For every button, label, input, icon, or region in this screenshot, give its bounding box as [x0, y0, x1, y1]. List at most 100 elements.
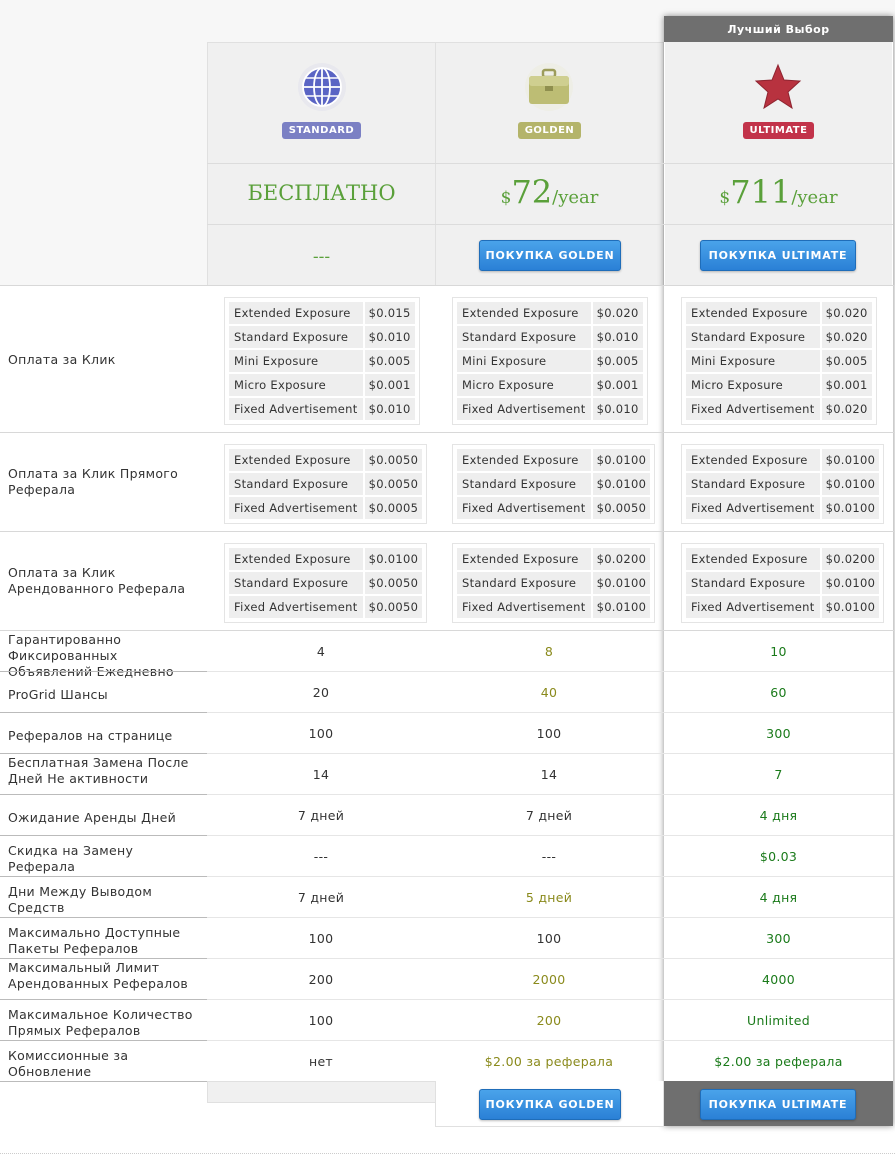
- price-value: $0.0050: [364, 449, 423, 471]
- exposure-type: Fixed Advertisement: [457, 497, 591, 519]
- price-table: Extended Exposure $0.020 Standard Exposure…: [452, 297, 648, 425]
- standard-footer: [207, 1081, 436, 1103]
- golden-price-amount: 72: [511, 173, 553, 211]
- exposure-type: Mini Exposure: [229, 350, 363, 372]
- price-table-row: Mini Exposure $0.005: [457, 350, 643, 372]
- feature-value: 10: [770, 644, 787, 659]
- bottom-dotted-rule: [0, 1153, 895, 1154]
- section-label-rented-referral: Оплата за Клик Арендованного Реферала: [8, 565, 186, 596]
- price-value: $0.020: [821, 326, 872, 348]
- price-table-row: Fixed Advertisement $0.0050: [457, 497, 651, 519]
- feature-row-divider: [207, 917, 893, 918]
- feature-label: Рефералов на странице: [8, 728, 173, 743]
- buy-golden-button[interactable]: ПОКУПКА GOLDEN: [479, 240, 621, 271]
- exposure-type: Standard Exposure: [229, 326, 363, 348]
- feature-row-divider: [207, 712, 893, 713]
- price-value: $0.0100: [592, 572, 651, 594]
- feature-value: 4 дня: [759, 808, 798, 823]
- feature-value: 4000: [761, 972, 795, 987]
- price-table-row: Standard Exposure $0.010: [229, 326, 415, 348]
- feature-row-divider: [207, 958, 893, 959]
- exposure-type: Fixed Advertisement: [457, 596, 591, 618]
- feature-value: $2.00 за реферала: [714, 1054, 843, 1069]
- feature-value: 4: [316, 644, 326, 659]
- price-table: Extended Exposure $0.015 Standard Exposure…: [224, 297, 420, 425]
- price-table-row: Standard Exposure $0.020: [686, 326, 872, 348]
- feature-value: 40: [540, 685, 558, 700]
- feature-value: 200: [536, 1013, 562, 1028]
- feature-row-divider: [207, 835, 893, 836]
- price-table-row: Standard Exposure $0.0050: [229, 572, 423, 594]
- feature-value: 5 дней: [525, 890, 573, 905]
- buy-ultimate-button[interactable]: ПОКУПКА ULTIMATE: [700, 240, 856, 271]
- feature-value: 100: [536, 726, 562, 741]
- feature-value: 20: [312, 685, 330, 700]
- price-table-row: Extended Exposure $0.015: [229, 302, 415, 324]
- price-value: $0.0100: [592, 473, 651, 495]
- price-value: $0.0100: [364, 548, 423, 570]
- price-value: $0.001: [821, 374, 872, 396]
- feature-value: 7 дней: [525, 808, 573, 823]
- pricing-page: Лучший Выбор STANDARD БЕСПЛАТНО --- GOLD…: [0, 0, 895, 1157]
- feature-label: Ожидание Аренды Дней: [8, 810, 177, 825]
- row-divider: [0, 432, 895, 433]
- exposure-type: Fixed Advertisement: [686, 497, 820, 519]
- feature-label: Бесплатная Замена После Дней Не активнос…: [8, 755, 189, 786]
- best-choice-banner: Лучший Выбор: [664, 16, 893, 42]
- feature-label-divider: [0, 999, 207, 1000]
- price-value: $0.0100: [592, 596, 651, 618]
- feature-label: Комиссионные за Обновление: [8, 1048, 129, 1079]
- header-separator: [207, 163, 893, 164]
- feature-label: ProGrid Шансы: [8, 687, 108, 702]
- feature-value: нет: [308, 1054, 334, 1069]
- ultimate-price-currency: $: [719, 188, 731, 208]
- price-value: $0.0100: [821, 497, 880, 519]
- price-table-row: Micro Exposure $0.001: [229, 374, 415, 396]
- exposure-type: Standard Exposure: [686, 572, 820, 594]
- exposure-type: Fixed Advertisement: [457, 398, 591, 420]
- buy-golden-button-bottom[interactable]: ПОКУПКА GOLDEN: [479, 1089, 621, 1120]
- price-table: Extended Exposure $0.0100 Standard Exposur…: [452, 444, 656, 524]
- feature-value: $2.00 за реферала: [484, 1054, 614, 1069]
- feature-label-divider: [0, 958, 207, 959]
- standard-badge: STANDARD: [282, 122, 361, 139]
- price-table: Extended Exposure $0.0050 Standard Exposur…: [224, 444, 428, 524]
- buy-ultimate-button-bottom[interactable]: ПОКУПКА ULTIMATE: [700, 1089, 856, 1120]
- price-table-row: Fixed Advertisement $0.020: [686, 398, 872, 420]
- feature-label: Максимальный Лимит Арендованных Реферало…: [8, 960, 189, 991]
- feature-label-divider: [0, 794, 207, 795]
- price-value: $0.001: [364, 374, 415, 396]
- golden-price-currency: $: [500, 188, 512, 208]
- feature-label: Максимально Доступные Пакеты Рефералов: [8, 925, 181, 956]
- feature-value: ---: [541, 849, 557, 864]
- price-table-row: Micro Exposure $0.001: [686, 374, 872, 396]
- price-table-row: Standard Exposure $0.0100: [686, 473, 880, 495]
- exposure-type: Extended Exposure: [229, 302, 363, 324]
- price-table-row: Standard Exposure $0.0050: [229, 473, 423, 495]
- feature-label-divider: [0, 835, 207, 836]
- row-divider: [0, 285, 895, 286]
- exposure-type: Extended Exposure: [229, 449, 363, 471]
- feature-row-divider: [207, 876, 893, 877]
- price-table-row: Fixed Advertisement $0.0100: [686, 596, 880, 618]
- exposure-type: Mini Exposure: [686, 350, 820, 372]
- price-table-row: Fixed Advertisement $0.0050: [229, 596, 423, 618]
- feature-label-divider: [0, 917, 207, 918]
- ultimate-price-period: /year: [791, 187, 838, 208]
- feature-label-divider: [0, 712, 207, 713]
- exposure-type: Extended Exposure: [686, 302, 820, 324]
- feature-value: 14: [312, 767, 330, 782]
- feature-label-divider: [0, 1040, 207, 1041]
- price-table: Extended Exposure $0.0200 Standard Exposur…: [681, 543, 885, 623]
- price-table: Extended Exposure $0.020 Standard Exposure…: [681, 297, 877, 425]
- ultimate-badge: ULTIMATE: [743, 122, 814, 139]
- feature-label-divider: [0, 876, 207, 877]
- exposure-type: Fixed Advertisement: [686, 398, 820, 420]
- price-table-row: Mini Exposure $0.005: [686, 350, 872, 372]
- price-value: $0.010: [592, 398, 643, 420]
- price-table-row: Extended Exposure $0.0050: [229, 449, 423, 471]
- feature-value: Unlimited: [747, 1013, 810, 1028]
- price-table-row: Standard Exposure $0.0100: [457, 572, 651, 594]
- price-value: $0.0005: [364, 497, 423, 519]
- price-table: Extended Exposure $0.0200 Standard Exposur…: [452, 543, 656, 623]
